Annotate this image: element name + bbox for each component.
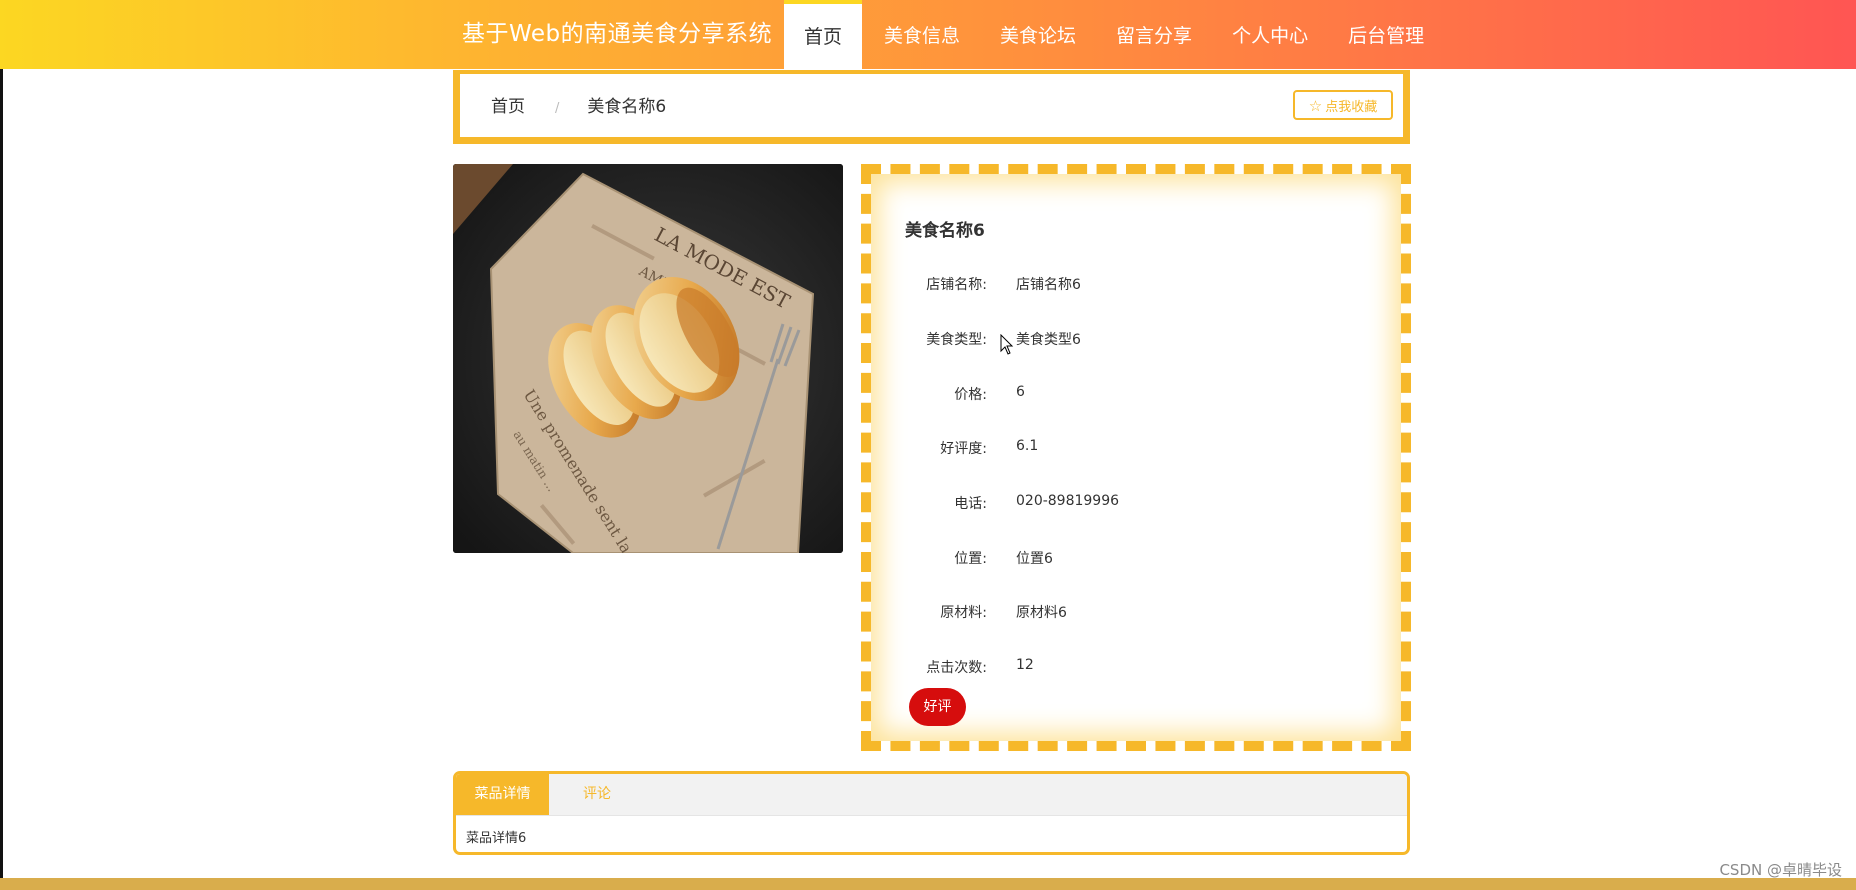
- ingredients-label: 原材料:: [940, 605, 987, 621]
- food-image: LA MODE EST AMPSANT Une promenade sent l…: [453, 164, 843, 553]
- tab-header: 菜品详情 评论: [456, 774, 1407, 816]
- food-type-label: 美食类型:: [926, 332, 987, 348]
- nav-item-food-forum[interactable]: 美食论坛: [982, 0, 1094, 69]
- favorite-button[interactable]: ☆ 点我收藏: [1293, 90, 1393, 120]
- price-value: 6: [1016, 384, 1025, 400]
- window-left-edge: [0, 0, 3, 890]
- breadcrumb-bar: 首页 / 美食名称6 ☆ 点我收藏: [453, 70, 1410, 144]
- nav-item-admin[interactable]: 后台管理: [1330, 0, 1442, 69]
- footer-strip: [0, 878, 1856, 890]
- detail-tabs: 菜品详情 评论 菜品详情6: [453, 771, 1410, 855]
- star-outline-icon: ☆: [1308, 97, 1323, 115]
- rating-label: 好评度:: [940, 441, 987, 457]
- site-header: 基于Web的南通美食分享系统 首页 美食信息 美食论坛 留言分享 个人中心 后台…: [0, 0, 1856, 73]
- bread-photo-illustration: LA MODE EST AMPSANT Une promenade sent l…: [453, 164, 843, 553]
- site-title: 基于Web的南通美食分享系统: [462, 21, 773, 47]
- food-title: 美食名称6: [905, 221, 985, 241]
- tab-content: 菜品详情6: [466, 831, 527, 846]
- nav-item-personal-center[interactable]: 个人中心: [1214, 0, 1326, 69]
- main-nav: 首页 美食信息 美食论坛 留言分享 个人中心 后台管理: [784, 0, 1446, 73]
- tab-dish-details[interactable]: 菜品详情: [456, 774, 549, 815]
- click-count-value: 12: [1016, 657, 1034, 673]
- phone-value: 020-89819996: [1016, 493, 1120, 509]
- favorite-button-label: 点我收藏: [1325, 100, 1378, 115]
- location-label: 位置:: [954, 551, 987, 567]
- breadcrumb-current: 美食名称6: [587, 97, 667, 117]
- food-type-value: 美食类型6: [1016, 332, 1081, 348]
- shop-name-value: 店铺名称6: [1016, 277, 1081, 293]
- mouse-cursor-icon: [1000, 334, 1014, 355]
- phone-label: 电话:: [954, 496, 987, 512]
- breadcrumb-separator: /: [555, 101, 560, 116]
- ingredients-value: 原材料6: [1016, 605, 1067, 621]
- breadcrumb-home[interactable]: 首页: [491, 97, 525, 117]
- breadcrumb: 首页 / 美食名称6: [491, 74, 666, 137]
- nav-item-food-info[interactable]: 美食信息: [866, 0, 978, 69]
- price-label: 价格:: [954, 387, 987, 403]
- nav-item-home[interactable]: 首页: [784, 0, 863, 73]
- shop-name-label: 店铺名称:: [926, 277, 987, 293]
- rating-value: 6.1: [1016, 438, 1039, 454]
- tab-comments[interactable]: 评论: [549, 774, 645, 815]
- food-detail-panel: 美食名称6 店铺名称: 店铺名称6 美食类型: 美食类型6 价格: 6 好评度:…: [861, 164, 1411, 751]
- watermark: CSDN @卓晴毕设: [1719, 861, 1842, 879]
- location-value: 位置6: [1016, 551, 1053, 567]
- good-review-button[interactable]: 好评: [909, 688, 966, 726]
- click-count-label: 点击次数:: [926, 660, 987, 676]
- nav-item-message-share[interactable]: 留言分享: [1098, 0, 1210, 69]
